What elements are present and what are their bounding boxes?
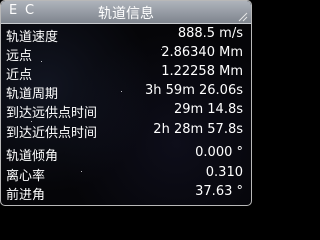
true-anomaly-label: 前进角 xyxy=(6,188,46,203)
orbit-speed-label: 轨道速度 xyxy=(6,30,59,45)
time-to-periapsis-value: 2h 28m 57.8s xyxy=(153,122,243,137)
orbit-period-label: 轨道周期 xyxy=(6,87,59,102)
time-to-periapsis-row: 到达近供点时间 2h 28m 57.8s xyxy=(1,121,251,141)
eccentricity-value: 0.310 xyxy=(205,165,243,180)
window-title: 轨道信息 xyxy=(98,6,154,22)
periapsis-label: 近点 xyxy=(6,68,33,83)
inclination-row: 轨道倾角 0.000 ° xyxy=(1,144,251,164)
eccentricity-label: 离心率 xyxy=(6,169,46,184)
inclination-value: 0.000 ° xyxy=(195,145,243,160)
orbit-period-row: 轨道周期 3h 59m 26.06s xyxy=(1,82,251,102)
time-to-apoapsis-row: 到达远供点时间 29m 14.8s xyxy=(1,101,251,121)
orbit-info-window: E C 轨道信息 轨道速度 888.5 m/s 远点 2.86340 Mm 近点… xyxy=(0,0,252,206)
time-to-apoapsis-value: 29m 14.8s xyxy=(173,102,243,117)
inclination-label: 轨道倾角 xyxy=(6,149,59,164)
periapsis-row: 近点 1.22258 Mm xyxy=(1,63,251,83)
apoapsis-row: 远点 2.86340 Mm xyxy=(1,44,251,64)
time-to-apoapsis-label: 到达远供点时间 xyxy=(6,106,98,121)
apoapsis-label: 远点 xyxy=(6,49,33,64)
orbit-speed-value: 888.5 m/s xyxy=(177,26,243,41)
orbit-speed-row: 轨道速度 888.5 m/s xyxy=(1,25,251,45)
title-bar[interactable]: E C 轨道信息 xyxy=(1,1,251,24)
true-anomaly-value: 37.63 ° xyxy=(195,184,243,199)
resize-grip-icon[interactable] xyxy=(238,7,248,22)
orbit-period-value: 3h 59m 26.06s xyxy=(145,83,243,98)
true-anomaly-row: 前进角 37.63 ° xyxy=(1,183,251,203)
apoapsis-value: 2.86340 Mm xyxy=(161,45,243,60)
eccentricity-row: 离心率 0.310 xyxy=(1,164,251,184)
periapsis-value: 1.22258 Mm xyxy=(161,64,243,79)
time-to-periapsis-label: 到达近供点时间 xyxy=(6,126,98,141)
